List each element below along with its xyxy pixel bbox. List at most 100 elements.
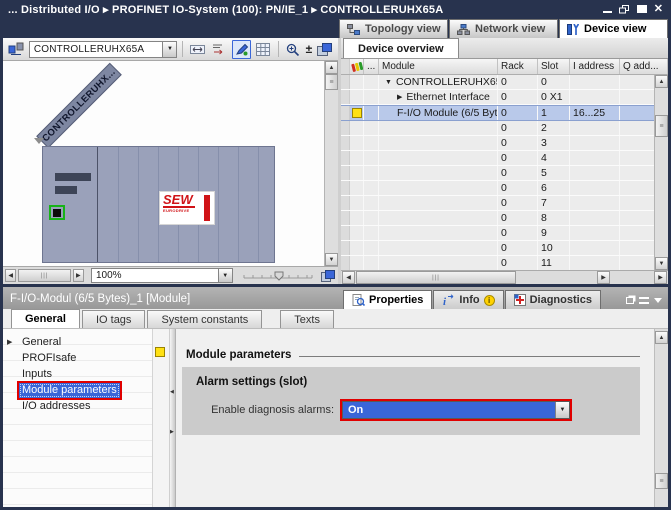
tab-info[interactable]: iInfoi (433, 290, 503, 309)
module-name: Ethernet Interface (406, 91, 489, 103)
chevron-down-icon[interactable] (654, 298, 662, 303)
detach-view-icon[interactable] (315, 40, 334, 59)
table-row[interactable]: 07 (341, 196, 668, 211)
table-row[interactable]: 06 (341, 181, 668, 196)
column-rack[interactable]: Rack (498, 59, 538, 74)
zoom-plus-minus[interactable]: ± (306, 42, 313, 56)
nav-item-module-parameters[interactable]: Module parameters (3, 383, 152, 399)
panel-vertical-scrollbar[interactable]: ▲ ≡ (654, 329, 668, 507)
sew-module-card[interactable]: SEW EURODRIVE (159, 191, 215, 225)
device-canvas[interactable]: CONTROLLERUHX... SEW EURODRIVE (3, 61, 338, 267)
table-row[interactable]: ▼CONTROLLERUHX65A00 (341, 75, 668, 90)
table-row[interactable]: 09 (341, 226, 668, 241)
scrollbar-thumb[interactable]: ≡ (655, 115, 668, 137)
maximize-icon[interactable] (637, 5, 647, 13)
scrollbar-thumb[interactable]: ||| (356, 271, 516, 284)
scroll-left-icon[interactable]: ◀ (5, 269, 16, 282)
row-dots-cell (364, 241, 379, 255)
tab-network-view[interactable]: Network view (449, 19, 558, 38)
scroll-down-icon[interactable]: ▼ (325, 253, 338, 266)
scrollbar-thumb[interactable]: ≡ (655, 473, 668, 489)
scroll-right-icon[interactable]: ▶ (597, 271, 610, 284)
grid-view-icon[interactable] (254, 40, 273, 59)
rack-cell: 0 (498, 226, 538, 240)
scroll-right-icon[interactable]: ▶ (73, 269, 84, 282)
scroll-up-icon[interactable]: ▲ (655, 75, 668, 88)
column-i-address[interactable]: I address (570, 59, 620, 74)
minimize-icon[interactable] (603, 11, 612, 13)
device-diagonal-label[interactable]: CONTROLLERUHX... (36, 63, 122, 149)
table-row[interactable]: 04 (341, 151, 668, 166)
device-selector-dropdown[interactable]: CONTROLLERUHX65A ▼ (29, 41, 178, 58)
scroll-down-icon[interactable]: ▼ (655, 257, 668, 270)
tab-io-tags[interactable]: IO tags (82, 310, 145, 328)
rack-head-module[interactable] (43, 147, 98, 262)
enable-diagnosis-alarms-dropdown[interactable]: On ▼ (342, 401, 570, 419)
tab-system-constants[interactable]: System constants (147, 310, 262, 328)
module-cell (379, 166, 498, 180)
column-q-address[interactable]: Q add... (620, 59, 668, 74)
scroll-left-icon[interactable]: ◀ (342, 271, 355, 284)
scrollbar-thumb[interactable]: ≡ (325, 74, 338, 90)
table-row[interactable]: 010 (341, 241, 668, 256)
chevron-down-icon[interactable]: ▼ (555, 402, 569, 418)
zoom-level-dropdown[interactable]: 100% ▼ (91, 268, 233, 283)
column-module[interactable]: Module (379, 59, 498, 74)
table-row[interactable]: 08 (341, 211, 668, 226)
change-device-icon[interactable] (7, 40, 26, 59)
scroll-right-icon[interactable]: ▶ (654, 271, 667, 284)
zoom-tool-icon[interactable] (284, 40, 303, 59)
slot-cell: 8 (538, 211, 570, 225)
table-row[interactable]: F-I/O Module (6/5 Bytes)_0116...25 (341, 105, 668, 121)
column-slot[interactable]: Slot (538, 59, 570, 74)
table-vertical-scrollbar[interactable]: ▲ ≡ ▼ (654, 75, 668, 270)
collapse-panel-icon[interactable] (639, 297, 649, 304)
scrollbar-thumb[interactable]: ||| (18, 269, 70, 282)
breadcrumb[interactable]: ... Distributed I/O ▸ PROFINET IO-System… (8, 3, 443, 16)
open-in-window-icon[interactable] (320, 266, 336, 285)
row-status-cell (350, 241, 364, 255)
tab-device-view[interactable]: Device view (559, 19, 668, 38)
table-row[interactable]: 03 (341, 136, 668, 151)
table-horizontal-scrollbar[interactable]: ◀ ||| ▶ ▶ (341, 270, 668, 284)
table-row[interactable]: 011 (341, 256, 668, 270)
expander-icon[interactable]: ▼ (385, 79, 392, 86)
ethernet-port-icon[interactable] (49, 205, 65, 220)
table-row[interactable]: 05 (341, 166, 668, 181)
column-dots[interactable]: ... (364, 59, 379, 74)
expander-icon[interactable]: ▶ (397, 93, 402, 101)
filter-modules-icon[interactable] (350, 59, 364, 74)
scroll-up-icon[interactable]: ▲ (325, 61, 338, 74)
tab-label: Diagnostics (530, 294, 592, 306)
rack-cell: 0 (498, 136, 538, 150)
close-icon[interactable]: ✕ (654, 4, 663, 15)
table-row[interactable]: 02 (341, 121, 668, 136)
chevron-down-icon[interactable]: ▼ (162, 42, 176, 57)
show-labels-icon[interactable] (210, 40, 229, 59)
chevron-down-icon[interactable]: ▼ (218, 269, 232, 282)
tab-general[interactable]: General (11, 309, 80, 328)
scroll-up-icon[interactable]: ▲ (655, 331, 668, 344)
tab-topology-view[interactable]: Topology view (339, 19, 448, 38)
splitter-arrow-icon[interactable]: ▶ (170, 429, 174, 435)
tab-diagnostics[interactable]: Diagnostics (505, 290, 601, 309)
table-row[interactable]: ▶Ethernet Interface00 X1 (341, 90, 668, 105)
tab-device-overview[interactable]: Device overview (343, 38, 459, 58)
expander-icon[interactable]: ▶ (7, 335, 12, 350)
nav-item-inputs[interactable]: Inputs (3, 367, 152, 383)
device-rack[interactable]: SEW EURODRIVE (42, 146, 275, 263)
tab-properties[interactable]: Properties (343, 290, 432, 309)
nav-splitter[interactable]: ◀ ▶ (169, 329, 176, 507)
measure-tool-icon[interactable] (188, 40, 207, 59)
zoom-slider[interactable] (242, 270, 314, 282)
float-panel-icon[interactable] (626, 297, 634, 304)
nav-item-general[interactable]: ▶General (3, 335, 152, 351)
canvas-vertical-scrollbar[interactable]: ▲ ≡ ▼ (324, 61, 338, 266)
tab-texts[interactable]: Texts (280, 310, 334, 328)
slot-cell: 0 (538, 75, 570, 89)
restore-icon[interactable] (619, 5, 630, 14)
nav-item-profisafe[interactable]: PROFIsafe (3, 351, 152, 367)
nav-item-i-o-addresses[interactable]: I/O addresses (3, 399, 152, 415)
edit-mode-icon[interactable] (232, 40, 251, 59)
splitter-arrow-icon[interactable]: ◀ (170, 389, 174, 395)
